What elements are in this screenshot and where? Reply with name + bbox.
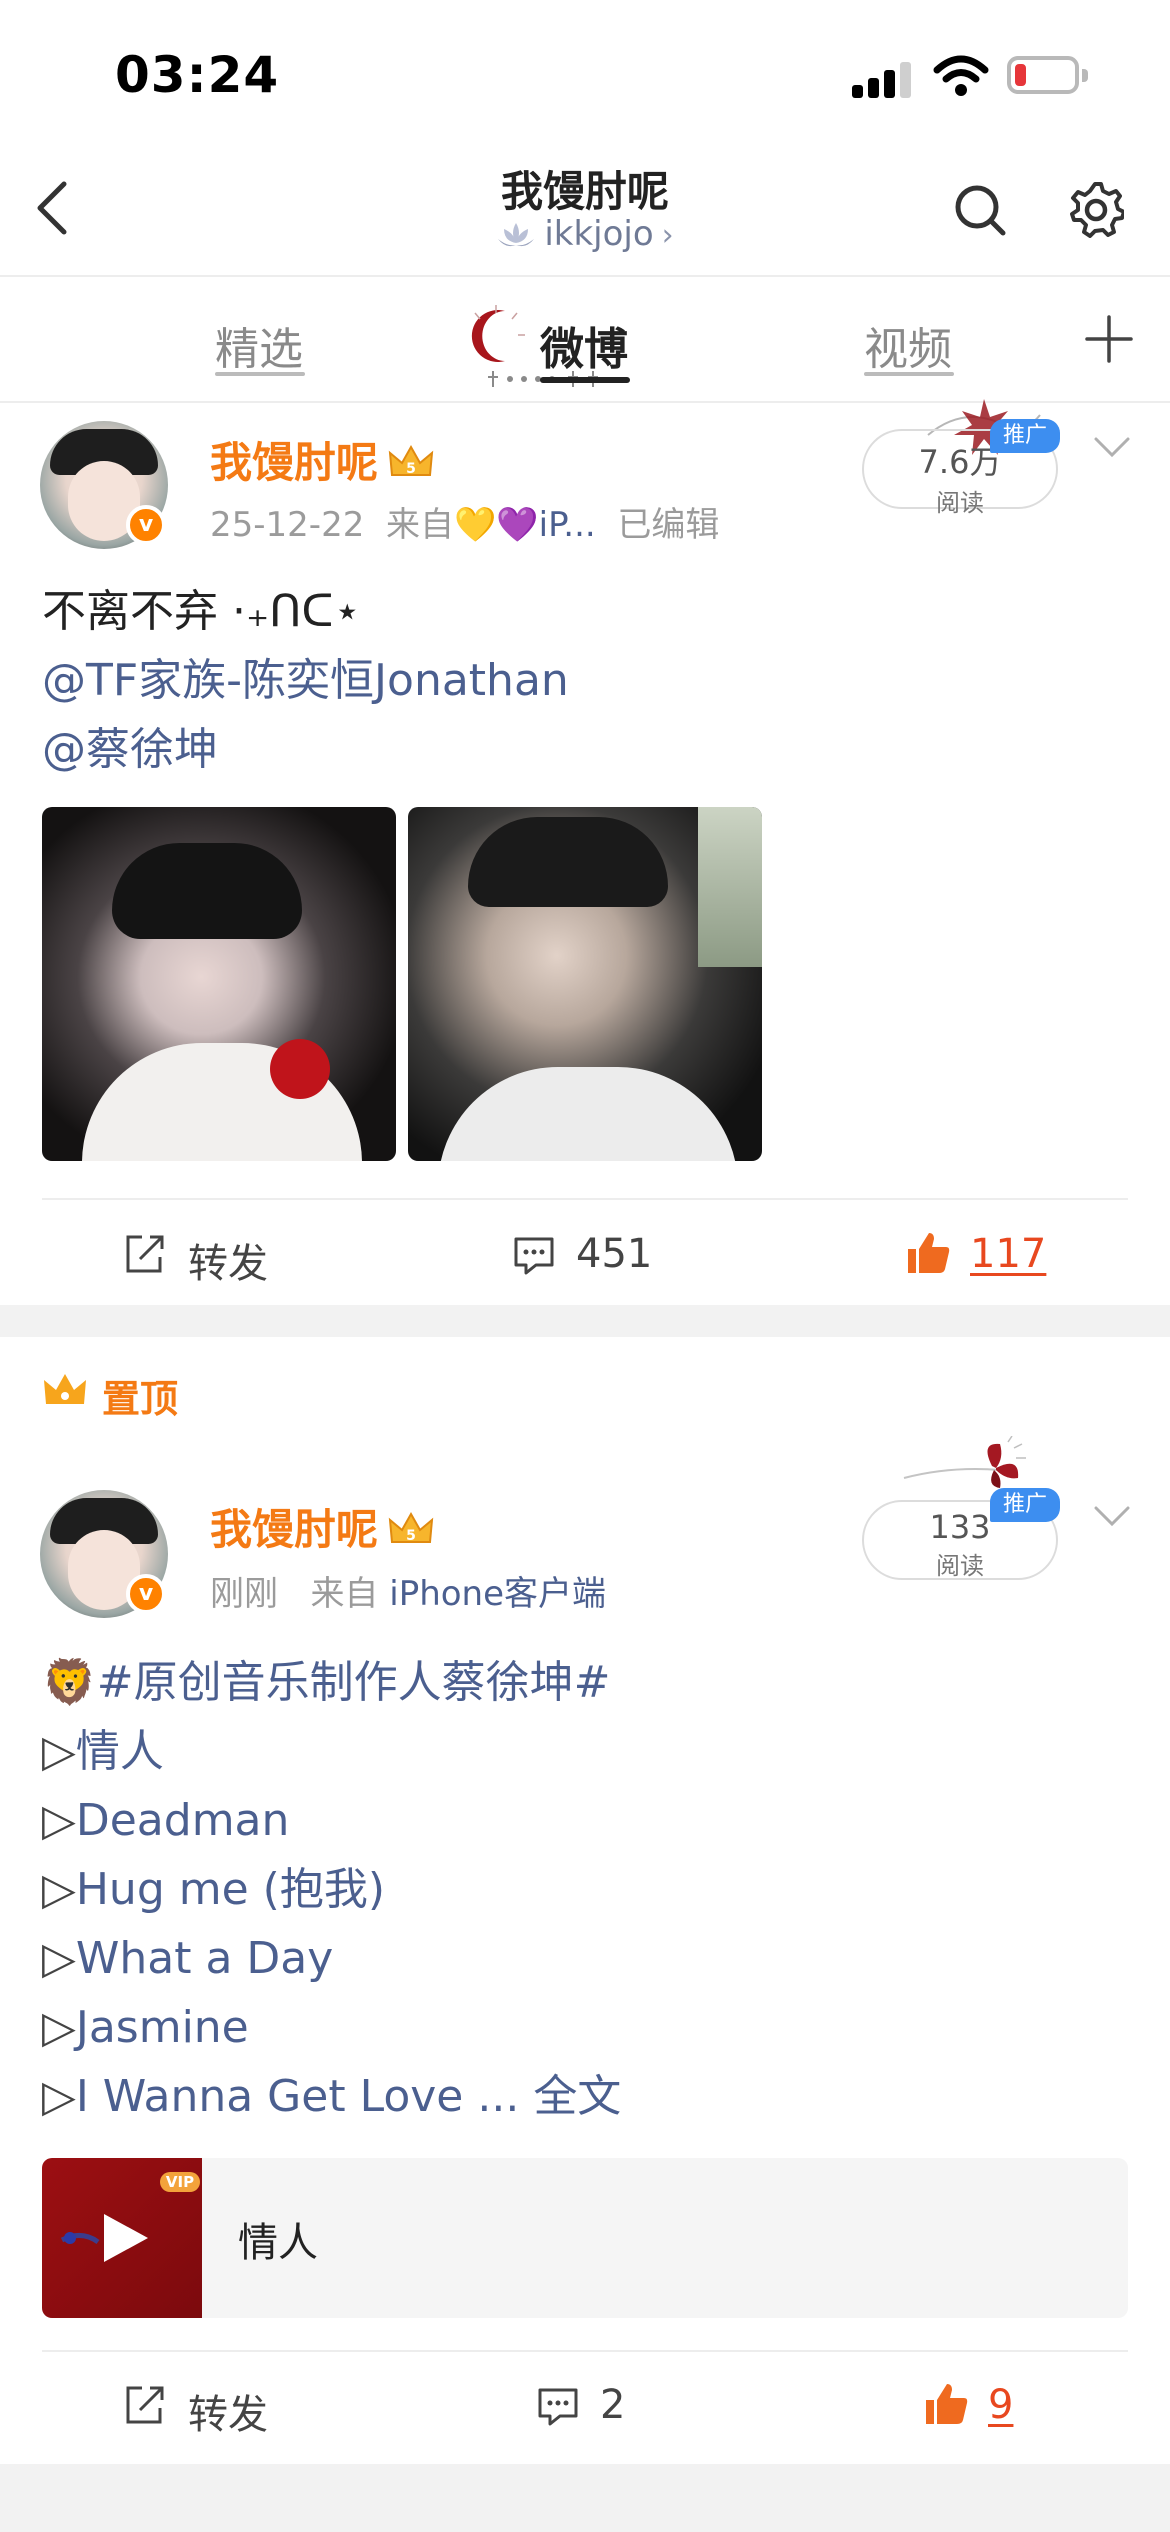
post-username[interactable]: 我馒肘呢 5: [210, 429, 436, 490]
music-card[interactable]: VIP 情人: [42, 2158, 1128, 2318]
track-name: Jasmine: [75, 2002, 249, 2053]
post-from: 来自: [385, 505, 454, 545]
promote-badge[interactable]: 推广: [990, 1488, 1060, 1522]
track-item[interactable]: ▷What a Day: [42, 1924, 621, 1993]
post-time: 刚刚: [210, 1574, 278, 1614]
track-item[interactable]: ▷Jasmine: [42, 1993, 621, 2062]
tab-weibo-underline: [540, 377, 630, 383]
verified-badge-icon: v: [126, 1574, 166, 1614]
track-item[interactable]: ▷情人: [42, 1717, 621, 1786]
post-card: v 我馒肘呢 5 25-12-22 来自💛💜iP... 已编辑 7.6万 阅读 …: [0, 399, 1170, 1303]
comment-icon: [514, 1237, 554, 1275]
album-cover[interactable]: VIP: [42, 2158, 202, 2318]
hashtag-line: 🦁#原创音乐制作人蔡徐坤#: [42, 1648, 621, 1717]
post-from: 来自: [310, 1574, 379, 1614]
post-date: 25-12-22: [210, 505, 365, 545]
repost-label: 转发: [188, 2392, 268, 2438]
wifi-icon: [933, 55, 989, 96]
post-image[interactable]: [42, 807, 396, 1161]
crown-badge-icon: 5: [388, 1511, 434, 1544]
plus-icon[interactable]: [1085, 315, 1133, 363]
tab-video[interactable]: 视频: [864, 313, 952, 377]
status-time: 03:24: [115, 46, 280, 104]
read-label: 阅读: [936, 489, 984, 517]
tab-weibo[interactable]: 微博: [540, 313, 628, 377]
profile-handle: ikkjojo: [544, 214, 654, 254]
full-text-link[interactable]: 全文: [533, 2071, 621, 2122]
lion-emoji: 🦁: [42, 1657, 97, 1708]
post-text-line: 不离不弃 ·₊ᑎᑕ⋆: [42, 586, 362, 637]
moon-icon: [471, 305, 525, 362]
signal-icon: [852, 58, 914, 98]
like-count: 117: [970, 1231, 1047, 1277]
play-outline-icon: ▷: [42, 2071, 76, 2122]
verified-badge-icon: v: [126, 505, 166, 545]
track-item[interactable]: ▷I Wanna Get Love ... 全文: [42, 2062, 621, 2131]
play-outline-icon: ▷: [42, 1864, 76, 1915]
chevron-down-icon[interactable]: [1092, 1504, 1132, 1530]
crown-icon: [44, 1374, 86, 1404]
repost-icon: [126, 1235, 164, 1273]
post-text: 🦁#原创音乐制作人蔡徐坤# ▷情人 ▷Deadman ▷Hug me (抱我) …: [42, 1648, 621, 2131]
post-source[interactable]: 💛💜iP...: [454, 505, 596, 545]
play-outline-icon: ▷: [42, 2002, 76, 2053]
divider: [42, 1198, 1128, 1200]
profile-header: 我馒肘呢 ikkjojo ›: [0, 140, 1170, 275]
track-name: I Wanna Get Love ...: [75, 2071, 520, 2122]
tab-video-underline: [864, 372, 954, 376]
vip-badge: VIP: [160, 2172, 200, 2192]
thumbs-up-icon: [926, 2384, 968, 2424]
tab-bar: 精选 微博 视频: [0, 275, 1170, 403]
divider: [42, 2350, 1128, 2352]
comment-icon: [538, 2388, 578, 2426]
play-outline-icon: ▷: [42, 1726, 76, 1777]
post-username-text: 我馒肘呢: [210, 1505, 379, 1554]
track-name: Hug me (抱我): [75, 1864, 385, 1915]
play-outline-icon: ▷: [42, 1795, 76, 1846]
chevron-down-icon[interactable]: [1092, 435, 1132, 461]
post-edited-label: 已编辑: [617, 505, 720, 545]
section-gap: [0, 2464, 1170, 2532]
chevron-right-icon: ›: [661, 218, 674, 253]
pinned-text: 置顶: [102, 1377, 179, 1421]
track-name: Deadman: [75, 1795, 290, 1846]
read-label: 阅读: [936, 1552, 984, 1580]
search-icon[interactable]: [952, 182, 1008, 238]
mention-link[interactable]: @TF家族-陈奕恒Jonathan: [42, 646, 569, 715]
music-title: 情人: [238, 2220, 318, 2266]
play-outline-icon: ▷: [42, 1933, 76, 1984]
promote-badge[interactable]: 推广: [990, 419, 1060, 453]
action-bar: 转发 2 9: [0, 2374, 1170, 2444]
post-image[interactable]: [408, 807, 762, 1161]
track-name: What a Day: [75, 1933, 334, 1984]
section-gap: [0, 1305, 1170, 1337]
post-meta: 25-12-22 来自💛💜iP... 已编辑: [210, 497, 719, 546]
thumbs-up-icon: [908, 1233, 950, 1273]
comment-count: 2: [600, 2382, 626, 2428]
battery-icon: [1007, 56, 1088, 94]
status-bar: 03:24: [0, 0, 1170, 140]
post-username[interactable]: 我馒肘呢 5: [210, 1496, 436, 1557]
action-bar: 转发 451 117: [0, 1223, 1170, 1293]
lotus-icon: [498, 223, 535, 247]
crown-badge-icon: 5: [388, 444, 434, 477]
post-source[interactable]: iPhone客户端: [389, 1574, 606, 1614]
svg-text:5: 5: [406, 461, 416, 477]
comment-count: 451: [576, 1231, 653, 1277]
repost-icon: [126, 2386, 164, 2424]
post-text: 不离不弃 ·₊ᑎᑕ⋆ @TF家族-陈奕恒Jonathan @蔡徐坤: [42, 577, 569, 784]
svg-text:5: 5: [406, 1528, 416, 1544]
like-count: 9: [988, 2382, 1014, 2428]
hashtag-link[interactable]: #原创音乐制作人蔡徐坤#: [97, 1657, 611, 1708]
post-meta: 刚刚 来自 iPhone客户端: [210, 1566, 606, 1615]
tab-featured[interactable]: 精选: [215, 313, 303, 377]
mention-link[interactable]: @蔡徐坤: [42, 715, 569, 784]
track-item[interactable]: ▷Hug me (抱我): [42, 1855, 621, 1924]
tab-featured-underline: [215, 372, 305, 376]
gear-icon[interactable]: [1066, 180, 1124, 238]
post-username-text: 我馒肘呢: [210, 438, 379, 487]
track-name: 情人: [75, 1726, 164, 1777]
repost-label: 转发: [188, 1241, 268, 1287]
track-item[interactable]: ▷Deadman: [42, 1786, 621, 1855]
